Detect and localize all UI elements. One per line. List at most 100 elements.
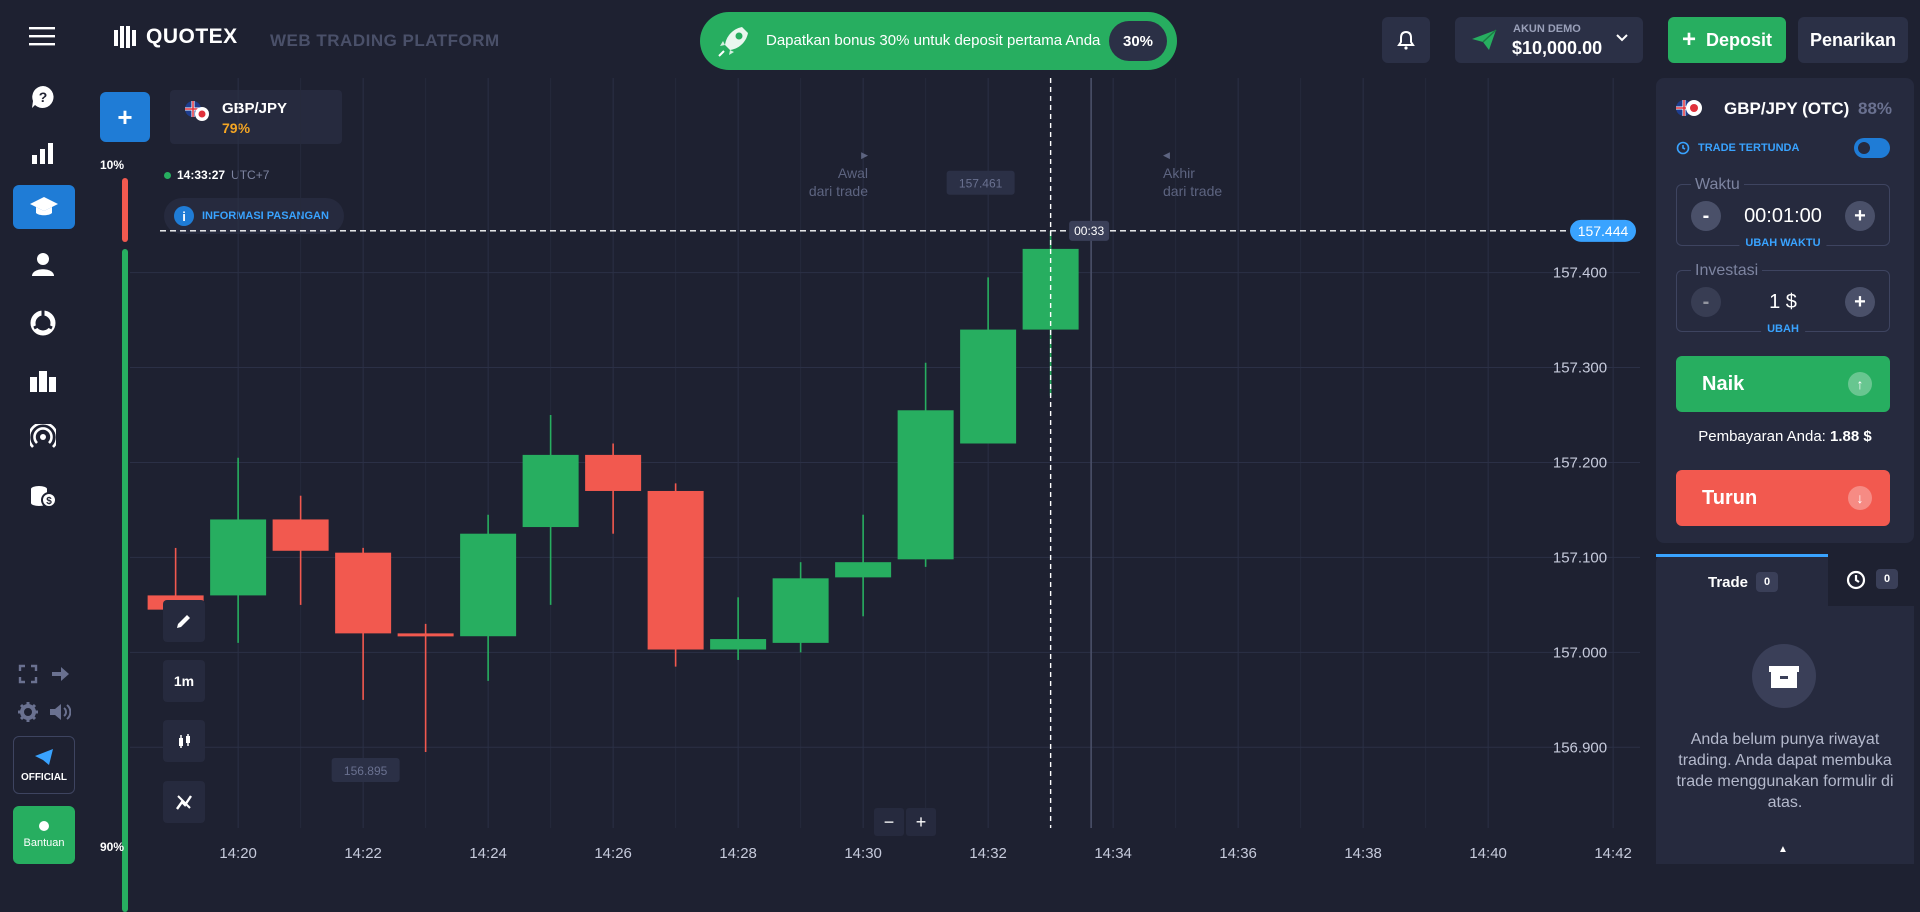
indicators-button[interactable]	[163, 781, 205, 823]
logo[interactable]: QUOTEX	[112, 24, 238, 50]
promo-banner[interactable]: Dapatkan bonus 30% untuk deposit pertama…	[700, 12, 1177, 70]
x-tick-label: 14:28	[719, 845, 757, 862]
change-time-link[interactable]: UBAH WAKTU	[1739, 237, 1827, 249]
payout-row: Pembayaran Anda: 1.88 $	[1656, 428, 1914, 445]
start-label-line2: dari trade	[808, 183, 868, 199]
x-tick-label: 14:40	[1469, 845, 1507, 862]
logout-arrow-icon[interactable]	[48, 662, 72, 686]
plus-icon: +	[1681, 26, 1696, 53]
y-tick-label: 157.200	[1553, 454, 1607, 471]
rocket-icon	[714, 21, 754, 61]
time-increase-button[interactable]: +	[1845, 201, 1875, 231]
end-label-line1: Akhir	[1163, 165, 1195, 181]
investment-field[interactable]: Investasi - 1 $ + UBAH	[1676, 262, 1890, 335]
change-investment-link[interactable]: UBAH	[1761, 323, 1805, 335]
minus-icon: −	[883, 811, 895, 832]
pending-trade-label: TRADE TERTUNDA	[1698, 142, 1800, 154]
candle-body	[335, 552, 392, 634]
tournament-icon[interactable]	[24, 362, 62, 400]
end-label-line2: dari trade	[1163, 183, 1223, 199]
telegram-icon	[35, 748, 53, 765]
candle-body	[835, 562, 892, 578]
profile-icon[interactable]	[24, 245, 62, 283]
candle-body	[585, 454, 642, 491]
withdraw-button[interactable]: Penarikan	[1798, 17, 1908, 63]
pending-trade-toggle-row[interactable]: TRADE TERTUNDA	[1676, 136, 1890, 160]
bell-icon	[1397, 30, 1415, 50]
svg-text:?: ?	[39, 89, 48, 105]
y-tick-label: 157.100	[1553, 549, 1607, 566]
y-tick-label: 157.400	[1553, 265, 1607, 282]
paper-plane-icon	[1471, 29, 1497, 56]
chart-type-button[interactable]	[163, 720, 205, 762]
zoom-out-button[interactable]: −	[874, 808, 904, 836]
trade-form-panel: GBP/JPY (OTC) 88% TRADE TERTUNDA Waktu -…	[1656, 78, 1914, 543]
svg-text:$: $	[46, 496, 52, 507]
settings-gear-icon[interactable]	[16, 700, 40, 724]
zoom-in-button[interactable]: +	[906, 808, 936, 836]
candle-body	[772, 578, 829, 643]
candle-body	[897, 410, 954, 560]
trades-count-badge: 0	[1756, 572, 1778, 592]
account-selector[interactable]: AKUN DEMO $10,000.00	[1455, 17, 1643, 63]
timer-label: 00:33	[1074, 224, 1104, 238]
arrow-down-icon: ↓	[1848, 486, 1872, 510]
education-icon[interactable]	[13, 185, 75, 229]
fullscreen-icon[interactable]	[16, 662, 40, 686]
notifications-button[interactable]	[1382, 17, 1430, 63]
candle-body	[647, 490, 704, 650]
investment-increase-button[interactable]: +	[1845, 287, 1875, 317]
x-tick-label: 14:42	[1594, 845, 1632, 862]
low-price-label: 156.895	[344, 764, 388, 778]
up-button[interactable]: Naik ↑	[1676, 356, 1890, 412]
x-tick-label: 14:30	[844, 845, 882, 862]
timeframe-label: 1m	[173, 673, 195, 689]
tab-trades[interactable]: Trade 0	[1656, 554, 1828, 606]
chart-area: + GBP/JPY 79% 10% 90% 14:33:27 UTC+7 i I…	[90, 78, 1650, 912]
down-button[interactable]: Turun ↓	[1676, 470, 1890, 526]
current-price-label: 157.444	[1578, 223, 1629, 239]
help-chat-icon[interactable]: ?	[24, 78, 62, 116]
account-type: AKUN DEMO	[1513, 23, 1581, 35]
promo-badge: 30%	[1109, 21, 1167, 61]
x-tick-label: 14:26	[594, 845, 632, 862]
panel-asset-payout: 88%	[1858, 99, 1893, 118]
coins-icon[interactable]: $	[24, 476, 62, 514]
candle-body	[272, 519, 329, 551]
signals-icon[interactable]	[24, 418, 62, 456]
sound-icon[interactable]	[48, 700, 72, 724]
candle-body	[522, 454, 579, 528]
x-tick-label: 14:22	[344, 845, 382, 862]
clock-icon	[1676, 141, 1690, 155]
x-tick-label: 14:36	[1219, 845, 1257, 862]
deposit-label: Deposit	[1706, 29, 1773, 50]
history-clock-icon	[1846, 570, 1866, 590]
help-label: Bantuan	[23, 837, 65, 849]
time-field[interactable]: Waktu - 00:01:00 + UBAH WAKTU	[1676, 176, 1890, 249]
tab-history[interactable]: 0	[1828, 554, 1914, 606]
payout-label: Pembayaran Anda:	[1698, 428, 1826, 445]
x-tick-label: 14:38	[1344, 845, 1382, 862]
play-icon: ▶	[861, 150, 868, 160]
online-dot-icon	[39, 821, 49, 831]
stats-icon[interactable]	[24, 134, 62, 172]
candlestick-chart[interactable]: 14:20 14:22 14:24 14:26 14:28 14:30 14:32 14:34…	[90, 78, 1650, 871]
pending-trade-toggle[interactable]	[1854, 138, 1890, 158]
candle-body	[397, 633, 454, 637]
official-label: OFFICIAL	[20, 771, 68, 783]
market-icon[interactable]	[24, 304, 62, 342]
candles-icon	[179, 734, 190, 748]
arrow-up-icon: ↑	[1848, 372, 1872, 396]
panel-asset-title[interactable]: GBP/JPY (OTC)	[1724, 99, 1849, 119]
help-button[interactable]: Bantuan	[13, 806, 75, 864]
toggle-knob	[1858, 142, 1870, 154]
timeframe-button[interactable]: 1m	[163, 660, 205, 702]
candle-body	[710, 639, 767, 650]
deposit-button[interactable]: + Deposit	[1668, 17, 1786, 63]
trades-panel: Trade 0 0 Anda belum punya riwayat tradi…	[1656, 554, 1914, 864]
platform-label: WEB TRADING PLATFORM	[270, 31, 500, 50]
official-telegram-button[interactable]: OFFICIAL	[13, 736, 75, 794]
top-bar: QUOTEX WEB TRADING PLATFORM Dapatkan bon…	[0, 0, 1920, 78]
collapse-arrow-icon[interactable]: ▲	[1778, 844, 1788, 855]
draw-tool-button[interactable]	[163, 600, 205, 642]
